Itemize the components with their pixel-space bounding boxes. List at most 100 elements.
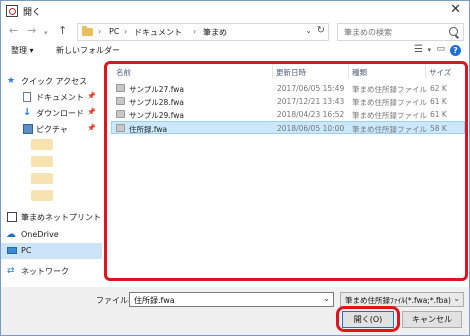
column-divider[interactable] [272, 64, 273, 78]
star-icon: ★ [7, 76, 16, 86]
window-title: 開く [23, 8, 42, 18]
nav-item-onedrive[interactable]: ☁ OneDrive [1, 227, 102, 243]
file-name: 住所録.fwa [129, 125, 168, 134]
nav-label: ドキュメント [36, 93, 84, 102]
file-type: 筆まめ住所録ファイル [352, 125, 427, 134]
network-icon: ⇄ [7, 266, 15, 276]
dialog-footer: ファイル名(N): 住所録.fwa ⌄ 筆まめ住所録ﾌｧｲﾙ(*.fwa;*.f… [1, 287, 469, 335]
file-name: サンプル28.fwa [129, 98, 184, 107]
open-file-dialog: 開く ✕ ← → ▾ ↑ › PC › ドキュメント › 筆まめ ⌄ ↻ 整理 … [0, 0, 470, 336]
file-row-selected[interactable]: 住所録.fwa 2018/06/05 10:00 筆まめ住所録ファイル 58 K [111, 121, 465, 134]
blurred-folder [31, 139, 53, 150]
file-size: 58 K [430, 124, 447, 133]
file-type: 筆まめ住所録ファイル [352, 98, 427, 107]
breadcrumb-pc[interactable]: PC [109, 27, 119, 36]
toolbar: 整理 ▾ 新しいフォルダー ☰ ▾ ▭ ? [1, 43, 469, 59]
file-name: サンプル27.fwa [129, 85, 184, 94]
navigation-pane: ★ クイック アクセス ドキュメント 📌 ↓ ダウンロード 📌 ピクチャ 📌 筆… [1, 61, 102, 287]
file-date: 2017/12/21 13:43 [277, 97, 345, 106]
column-header-date[interactable]: 更新日時 [276, 67, 306, 78]
nav-label: PC [21, 246, 32, 255]
chevron-down-icon: ⌄ [453, 294, 460, 303]
filetype-select[interactable]: 筆まめ住所録ﾌｧｲﾙ(*.fwa;*.fba) ⌄ [340, 292, 464, 307]
cancel-button[interactable]: キャンセル [402, 311, 462, 328]
search-input[interactable] [344, 26, 444, 39]
chevron-right-icon: › [124, 27, 128, 36]
file-type: 筆まめ住所録ファイル [352, 85, 427, 94]
address-row: ← → ▾ ↑ › PC › ドキュメント › 筆まめ ⌄ ↻ [1, 21, 469, 43]
document-icon [23, 92, 31, 102]
folder-icon [82, 26, 93, 36]
computer-icon [7, 247, 17, 254]
nav-label: クイック アクセス [21, 77, 88, 86]
search-icon [449, 27, 458, 36]
file-date: 2018/04/23 16:52 [277, 110, 345, 119]
file-icon [116, 84, 125, 92]
nav-item-quick-access[interactable]: ★ クイック アクセス [1, 73, 102, 89]
column-header-size[interactable]: サイズ [429, 67, 451, 78]
chevron-right-icon: › [193, 27, 197, 36]
filename-value: 住所録.fwa [134, 296, 175, 305]
nav-item-downloads[interactable]: ↓ ダウンロード 📌 [1, 105, 102, 121]
file-name: サンプル29.fwa [129, 111, 184, 120]
title-bar: 開く ✕ [1, 1, 469, 21]
nav-label: OneDrive [21, 230, 59, 239]
file-icon [116, 110, 125, 118]
pin-icon: 📌 [87, 108, 96, 116]
breadcrumb-documents[interactable]: ドキュメント [134, 27, 182, 38]
preview-pane-icon[interactable]: ▭ [436, 44, 445, 54]
back-arrow-icon[interactable]: ← [9, 25, 18, 37]
nav-item-netprint[interactable]: 筆まめネットプリント [1, 209, 102, 225]
up-arrow-icon[interactable]: ↑ [58, 25, 67, 37]
file-date: 2018/06/05 10:00 [277, 124, 345, 133]
blurred-folder [31, 190, 53, 201]
breadcrumb-fudemame[interactable]: 筆まめ [203, 27, 227, 38]
filetype-value: 筆まめ住所録ﾌｧｲﾙ(*.fwa;*.fba) [345, 296, 451, 305]
app-icon [6, 5, 18, 17]
column-header-type[interactable]: 種類 [352, 67, 367, 78]
file-size: 62 K [430, 84, 447, 93]
chevron-down-icon[interactable]: ⌄ [323, 294, 330, 303]
file-type: 筆まめ住所録ファイル [352, 111, 427, 120]
help-icon[interactable]: ? [450, 45, 461, 56]
pictures-icon [23, 124, 33, 134]
blurred-folder [31, 173, 53, 184]
nav-item-network[interactable]: ⇄ ネットワーク [1, 263, 102, 279]
download-icon: ↓ [23, 107, 32, 118]
chevron-down-icon[interactable]: ▾ [427, 46, 431, 54]
view-options-icon[interactable]: ☰ [414, 44, 423, 55]
refresh-icon[interactable]: ↻ [317, 25, 325, 36]
nav-label: ピクチャ [36, 125, 68, 134]
forward-arrow-icon[interactable]: → [27, 25, 36, 37]
recent-locations-icon[interactable]: ▾ [44, 27, 48, 39]
close-icon[interactable]: ✕ [450, 3, 461, 17]
filename-field[interactable]: 住所録.fwa ⌄ [129, 292, 334, 307]
file-icon [116, 97, 125, 105]
open-button[interactable]: 開く(O) [342, 311, 394, 328]
nav-item-pc[interactable]: PC [1, 243, 102, 259]
chevron-right-icon: › [98, 27, 102, 36]
nav-label: ダウンロード [36, 109, 84, 118]
file-row[interactable]: サンプル29.fwa 2018/04/23 16:52 筆まめ住所録ファイル 6… [112, 108, 466, 121]
nav-label: 筆まめネットプリント [21, 213, 101, 222]
file-size: 61 K [430, 97, 447, 106]
file-date: 2017/06/05 15:49 [277, 84, 345, 93]
file-row[interactable]: サンプル27.fwa 2017/06/05 15:49 筆まめ住所録ファイル 6… [112, 82, 466, 95]
file-icon [116, 124, 125, 132]
organize-button[interactable]: 整理 ▾ [11, 45, 34, 56]
search-box[interactable] [337, 23, 464, 41]
address-bar[interactable]: › PC › ドキュメント › 筆まめ ⌄ ↻ [77, 23, 329, 41]
nav-label: ネットワーク [21, 267, 69, 276]
cloud-icon: ☁ [6, 229, 16, 240]
column-header-name[interactable]: 名前 [116, 67, 131, 78]
file-row[interactable]: サンプル28.fwa 2017/12/21 13:43 筆まめ住所録ファイル 6… [112, 95, 466, 108]
column-divider[interactable] [425, 64, 426, 78]
blurred-folder [31, 156, 53, 167]
nav-item-documents[interactable]: ドキュメント 📌 [1, 89, 102, 105]
new-folder-button[interactable]: 新しいフォルダー [56, 45, 120, 56]
chevron-down-icon[interactable]: ⌄ [305, 26, 312, 35]
app-icon [7, 212, 17, 222]
nav-item-pictures[interactable]: ピクチャ 📌 [1, 121, 102, 137]
file-list: 名前 更新日時 種類 サイズ サンプル27.fwa 2017/06/05 15:… [104, 61, 469, 287]
column-divider[interactable] [348, 64, 349, 78]
